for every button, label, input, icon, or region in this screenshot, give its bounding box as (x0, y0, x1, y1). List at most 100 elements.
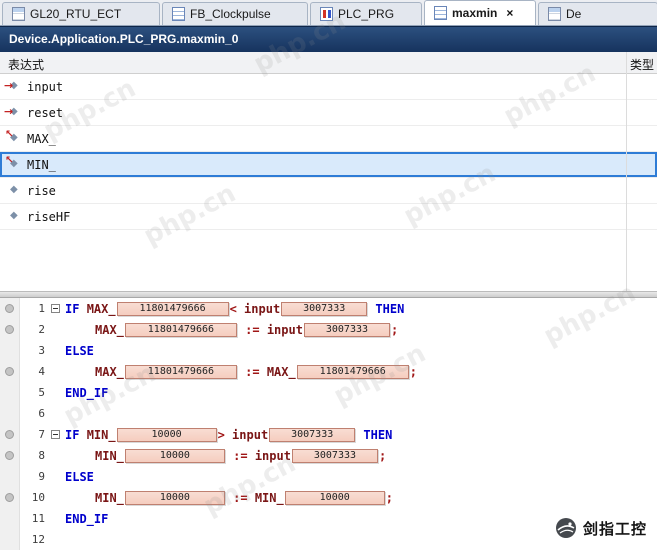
value-monitor-box[interactable]: 10000 (285, 491, 385, 505)
breakpoint-margin[interactable] (0, 466, 20, 487)
declaration-row[interactable]: reset (0, 100, 657, 126)
breakpoint-margin[interactable] (0, 508, 20, 529)
var-local-icon (5, 209, 23, 225)
breakpoint-dot[interactable] (5, 367, 14, 376)
breakpoint-dot[interactable] (5, 430, 14, 439)
code-token: input (267, 323, 303, 337)
breakpoint-margin[interactable] (0, 340, 20, 361)
breakpoint-dot[interactable] (5, 325, 14, 334)
code-token: MIN_ (95, 449, 124, 463)
line-number: 6 (20, 407, 48, 420)
value-monitor-box[interactable]: 3007333 (292, 449, 378, 463)
code-line[interactable]: 4MAX_11801479666 := MAX_11801479666; (0, 361, 657, 382)
value-monitor-box[interactable]: 3007333 (281, 302, 367, 316)
fold-collapse-icon[interactable] (51, 304, 60, 313)
breakpoint-margin[interactable] (0, 445, 20, 466)
breakpoint-margin[interactable] (0, 361, 20, 382)
line-number: 11 (20, 512, 48, 525)
line-number: 7 (20, 428, 48, 441)
code-line[interactable]: 10MIN_10000 := MIN_10000; (0, 487, 657, 508)
line-number: 2 (20, 323, 48, 336)
tab-label: FB_Clockpulse (190, 7, 271, 21)
code-line[interactable]: 2MAX_11801479666 := input3007333; (0, 319, 657, 340)
code-lines: 1IF MAX_11801479666< input3007333 THEN2M… (0, 298, 657, 550)
code-editor[interactable]: 1IF MAX_11801479666< input3007333 THEN2M… (0, 298, 657, 551)
declaration-row[interactable]: input (0, 74, 657, 100)
code-line[interactable]: 1IF MAX_11801479666< input3007333 THEN (0, 298, 657, 319)
device-icon (548, 7, 561, 21)
tab-de[interactable]: De (538, 2, 657, 25)
value-monitor-box[interactable]: 3007333 (269, 428, 355, 442)
column-header-expression: 表达式 (8, 56, 44, 73)
tab-label: De (566, 7, 581, 21)
code-token: MAX_ (267, 365, 296, 379)
value-monitor-box[interactable]: 10000 (117, 428, 217, 442)
code-line[interactable]: 5 END_IF (0, 382, 657, 403)
code-token: ELSE (65, 470, 94, 484)
code-token: MIN_ (95, 491, 124, 505)
code-line[interactable]: 6 (0, 403, 657, 424)
code-token: MIN_ (87, 428, 116, 442)
line-number: 5 (20, 386, 48, 399)
breakpoint-margin[interactable] (0, 382, 20, 403)
logo-text: 剑指工控 (583, 518, 647, 539)
value-monitor-box[interactable]: 11801479666 (297, 365, 409, 379)
declaration-row[interactable]: MIN_ (0, 152, 657, 178)
value-monitor-box[interactable]: 11801479666 (125, 323, 237, 337)
code-token: := (226, 491, 255, 505)
code-token: THEN (356, 428, 392, 442)
tab-fb_clockpulse[interactable]: FB_Clockpulse (162, 2, 308, 25)
tab-gl20_rtu_ect[interactable]: GL20_RTU_ECT (2, 2, 160, 25)
code-token: input (244, 302, 280, 316)
breakpoint-dot[interactable] (5, 451, 14, 460)
vendor-logo: 剑指工控 (555, 517, 647, 539)
value-monitor-box[interactable]: 10000 (125, 491, 225, 505)
variable-name: input (27, 80, 63, 94)
fold-collapse-icon[interactable] (51, 430, 60, 439)
breakpoint-dot[interactable] (5, 304, 14, 313)
declaration-row[interactable]: rise (0, 178, 657, 204)
declaration-rows: input reset MAX_ MIN_ rise riseHF (0, 74, 657, 230)
code-line[interactable]: 9ELSE (0, 466, 657, 487)
declaration-row[interactable]: MAX_ (0, 126, 657, 152)
breakpoint-margin[interactable] (0, 403, 20, 424)
variable-name: riseHF (27, 210, 70, 224)
variable-name: MAX_ (27, 132, 56, 146)
breakpoint-margin[interactable] (0, 424, 20, 445)
tab-close-icon[interactable] (506, 7, 513, 19)
var-input-icon (5, 105, 23, 121)
code-token: IF (65, 302, 87, 316)
breakpoint-margin[interactable] (0, 529, 20, 550)
declaration-row[interactable]: riseHF (0, 204, 657, 230)
declaration-panel: 表达式 类型 input reset MAX_ MIN_ rise riseHF (0, 52, 657, 291)
code-line[interactable]: 7IF MIN_10000> input3007333 THEN (0, 424, 657, 445)
variable-name: reset (27, 106, 63, 120)
tab-plc_prg[interactable]: PLC_PRG (310, 2, 422, 25)
declaration-header: 表达式 类型 (0, 52, 657, 74)
value-monitor-box[interactable]: 3007333 (304, 323, 390, 337)
value-monitor-box[interactable]: 11801479666 (117, 302, 229, 316)
code-token: := (238, 365, 267, 379)
code-line[interactable]: 8MIN_10000 := input3007333; (0, 445, 657, 466)
device-icon (12, 7, 25, 21)
breakpoint-dot[interactable] (5, 493, 14, 502)
code-line[interactable]: 3ELSE (0, 340, 657, 361)
panel-splitter[interactable] (0, 291, 657, 298)
code-token: := (238, 323, 267, 337)
tab-maxmin[interactable]: maxmin (424, 0, 536, 25)
code-token: ; (379, 449, 386, 463)
breakpoint-margin[interactable] (0, 487, 20, 508)
column-divider[interactable] (626, 52, 627, 291)
code-token: > (218, 428, 232, 442)
value-monitor-box[interactable]: 10000 (125, 449, 225, 463)
breakpoint-margin[interactable] (0, 298, 20, 319)
code-token: END_IF (65, 386, 108, 400)
program-icon (320, 7, 333, 21)
value-monitor-box[interactable]: 11801479666 (125, 365, 237, 379)
globe-icon (555, 517, 577, 539)
code-token: MAX_ (87, 302, 116, 316)
code-token: END_IF (65, 512, 108, 526)
breakpoint-margin[interactable] (0, 319, 20, 340)
variable-name: MIN_ (27, 158, 56, 172)
tab-label: PLC_PRG (338, 7, 394, 21)
